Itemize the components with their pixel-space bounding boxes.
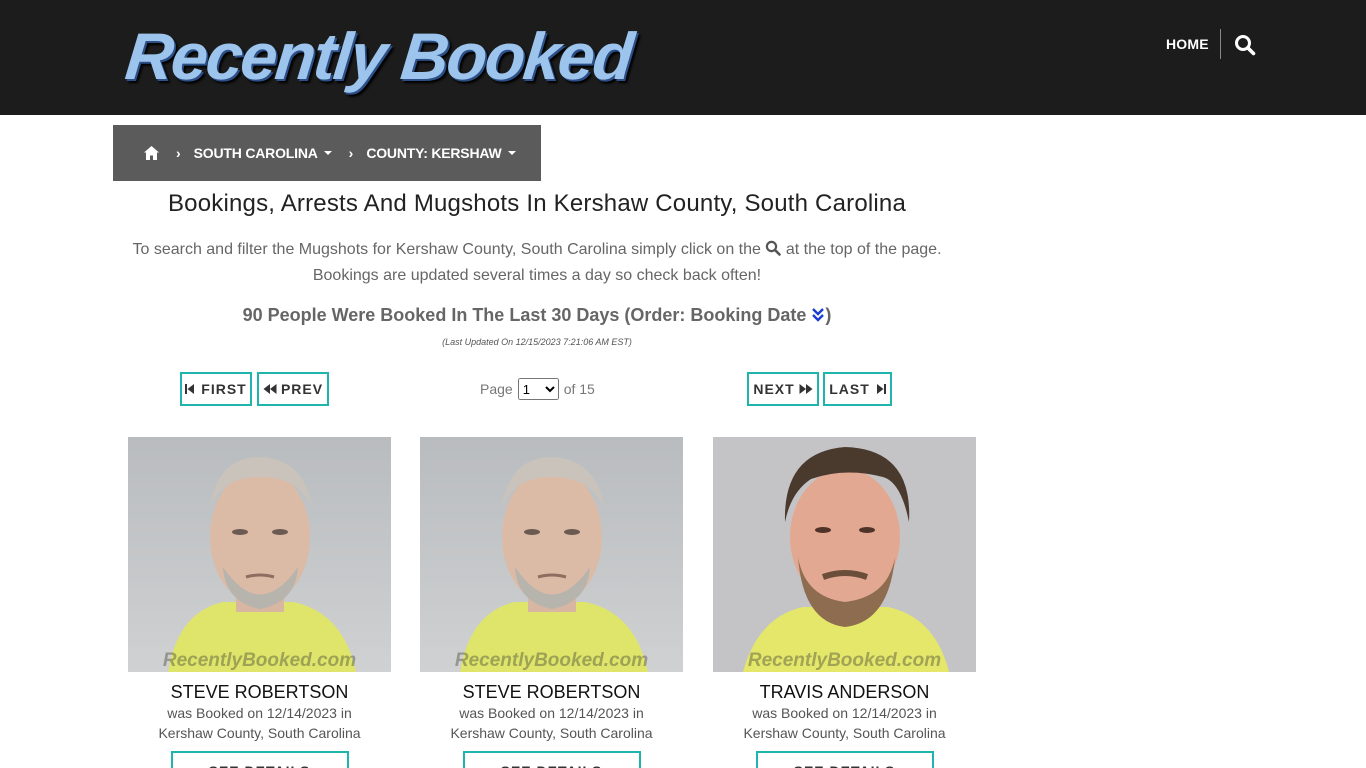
breadcrumb-state-label: SOUTH CAROLINA <box>193 145 318 161</box>
nav-home-link[interactable]: HOME <box>1166 36 1209 52</box>
mugshot-image[interactable]: RecentlyBooked.com <box>128 437 391 672</box>
booking-card[interactable]: RecentlyBooked.com STEVE ROBERTSON was B… <box>128 437 391 768</box>
breadcrumb-county-label: COUNTY: KERSHAW <box>366 145 502 161</box>
last-page-button[interactable]: LAST <box>823 372 892 406</box>
fast-forward-icon <box>799 384 813 394</box>
page-indicator: Page 1 of 15 <box>480 377 595 401</box>
last-page-icon <box>876 384 886 394</box>
booking-date-text: was Booked on 12/14/2023 in <box>752 705 937 721</box>
intro-text-before: To search and filter the Mugshots for Ke… <box>132 241 761 258</box>
sort-descending-icon[interactable] <box>811 307 825 323</box>
page-label: Page <box>480 381 513 397</box>
search-icon[interactable] <box>1234 34 1256 56</box>
first-page-label: FIRST <box>201 381 247 397</box>
booking-count-close: ) <box>825 305 832 325</box>
caret-down-icon <box>323 151 332 155</box>
rewind-icon <box>263 384 277 394</box>
home-icon[interactable] <box>143 145 159 161</box>
booking-date-text: was Booked on 12/14/2023 in <box>459 705 644 721</box>
booking-location-text: Kershaw County, South Carolina <box>450 725 653 741</box>
booking-card[interactable]: RecentlyBooked.com STEVE ROBERTSON was B… <box>420 437 683 768</box>
see-details-button[interactable]: SEE DETAILS <box>755 751 934 768</box>
page-title: Bookings, Arrests And Mugshots In Kersha… <box>167 190 907 217</box>
person-name[interactable]: STEVE ROBERTSON <box>128 682 391 703</box>
next-page-label: NEXT <box>753 381 795 397</box>
chevron-right-icon: › <box>176 145 181 161</box>
nav-divider <box>1220 29 1221 59</box>
page-total-label: of 15 <box>563 381 595 397</box>
watermark-text: RecentlyBooked.com <box>747 650 942 671</box>
caret-down-icon <box>507 151 516 155</box>
booking-date-text: was Booked on 12/14/2023 in <box>167 705 352 721</box>
booking-location-text: Kershaw County, South Carolina <box>743 725 946 741</box>
breadcrumb: › SOUTH CAROLINA › COUNTY: KERSHAW <box>113 125 541 181</box>
prev-page-button[interactable]: PREV <box>257 372 329 406</box>
first-page-button[interactable]: FIRST <box>180 372 252 406</box>
booking-card[interactable]: RecentlyBooked.com TRAVIS ANDERSON was B… <box>713 437 976 768</box>
last-updated-text: (Last Updated On 12/15/2023 7:21:06 AM E… <box>442 337 632 347</box>
person-name[interactable]: TRAVIS ANDERSON <box>713 682 976 703</box>
logo-text: Recently Booked <box>122 19 636 93</box>
booking-count: 90 People Were Booked In The Last 30 Day… <box>113 305 961 326</box>
site-header: Recently Booked HOME <box>0 0 1366 115</box>
search-icon <box>765 239 782 256</box>
booking-location-text: Kershaw County, South Carolina <box>158 725 361 741</box>
intro-text: To search and filter the Mugshots for Ke… <box>127 237 947 289</box>
breadcrumb-county-dropdown[interactable]: COUNTY: KERSHAW <box>366 145 516 161</box>
site-logo[interactable]: Recently Booked <box>122 16 635 96</box>
person-name[interactable]: STEVE ROBERTSON <box>420 682 683 703</box>
chevron-right-icon: › <box>348 145 354 161</box>
watermark-text: RecentlyBooked.com <box>162 650 357 671</box>
prev-page-label: PREV <box>280 381 324 397</box>
next-page-button[interactable]: NEXT <box>747 372 819 406</box>
last-page-label: LAST <box>829 381 870 397</box>
watermark-text: RecentlyBooked.com <box>454 650 649 671</box>
first-page-icon <box>185 384 195 394</box>
page-select[interactable]: 1 <box>517 378 559 400</box>
mugshot-image[interactable]: RecentlyBooked.com <box>713 437 976 672</box>
see-details-button[interactable]: SEE DETAILS <box>462 751 641 768</box>
booking-count-text: 90 People Were Booked In The Last 30 Day… <box>242 305 807 325</box>
mugshot-image[interactable]: RecentlyBooked.com <box>420 437 683 672</box>
see-details-button[interactable]: SEE DETAILS <box>170 751 349 768</box>
breadcrumb-state-dropdown[interactable]: SOUTH CAROLINA <box>194 145 332 161</box>
